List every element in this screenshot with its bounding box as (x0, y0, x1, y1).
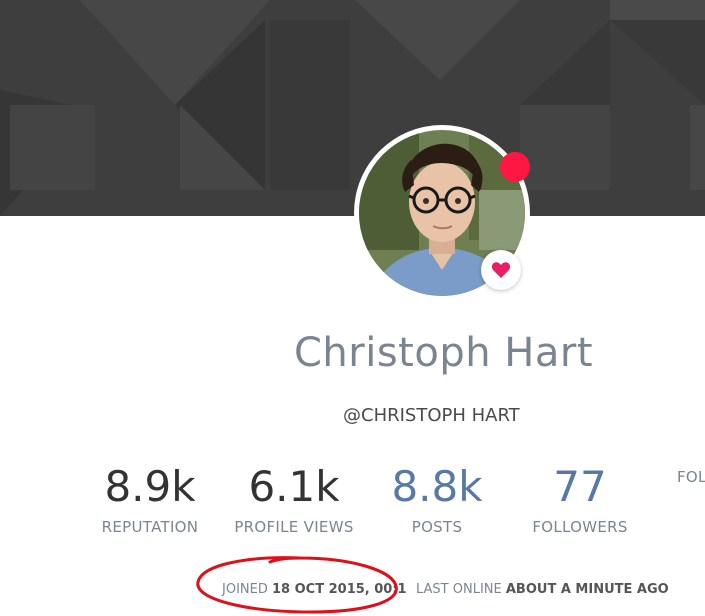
stat-followers[interactable]: 77 FOLLOWERS (505, 462, 655, 536)
stat-value[interactable]: 77 (505, 462, 655, 512)
heart-icon (491, 262, 511, 278)
annotation-circle (196, 556, 398, 614)
stat-label[interactable]: FOLLOWERS (505, 518, 655, 536)
stat-label: REPUTATION (101, 518, 199, 536)
stat-value[interactable]: 8.8k (362, 462, 512, 512)
last-online-value: ABOUT A MINUTE AGO (505, 582, 669, 597)
stat-label: PROFILE VIEWS (234, 518, 354, 536)
stat-label[interactable]: FOL (677, 468, 705, 486)
stat-value: 6.1k (248, 462, 340, 511)
stat-label[interactable]: POSTS (362, 518, 512, 536)
cover-pattern (0, 0, 705, 216)
stat-reputation: 8.9k REPUTATION (75, 462, 225, 536)
stat-following[interactable]: FOL (677, 462, 705, 486)
profile-fullname: Christoph Hart (294, 330, 594, 376)
cover-photo (0, 0, 705, 216)
profile-username: @CHRISTOPH HART (343, 405, 520, 426)
stat-posts[interactable]: 8.8k POSTS (362, 462, 512, 536)
last-online-label: LAST ONLINE (416, 582, 502, 597)
stat-value: 8.9k (104, 462, 196, 511)
online-status-indicator (500, 152, 530, 182)
heart-button[interactable] (481, 250, 521, 290)
last-online-info: LAST ONLINE ABOUT A MINUTE AGO (416, 582, 669, 597)
stat-profile-views: 6.1k PROFILE VIEWS (219, 462, 369, 536)
